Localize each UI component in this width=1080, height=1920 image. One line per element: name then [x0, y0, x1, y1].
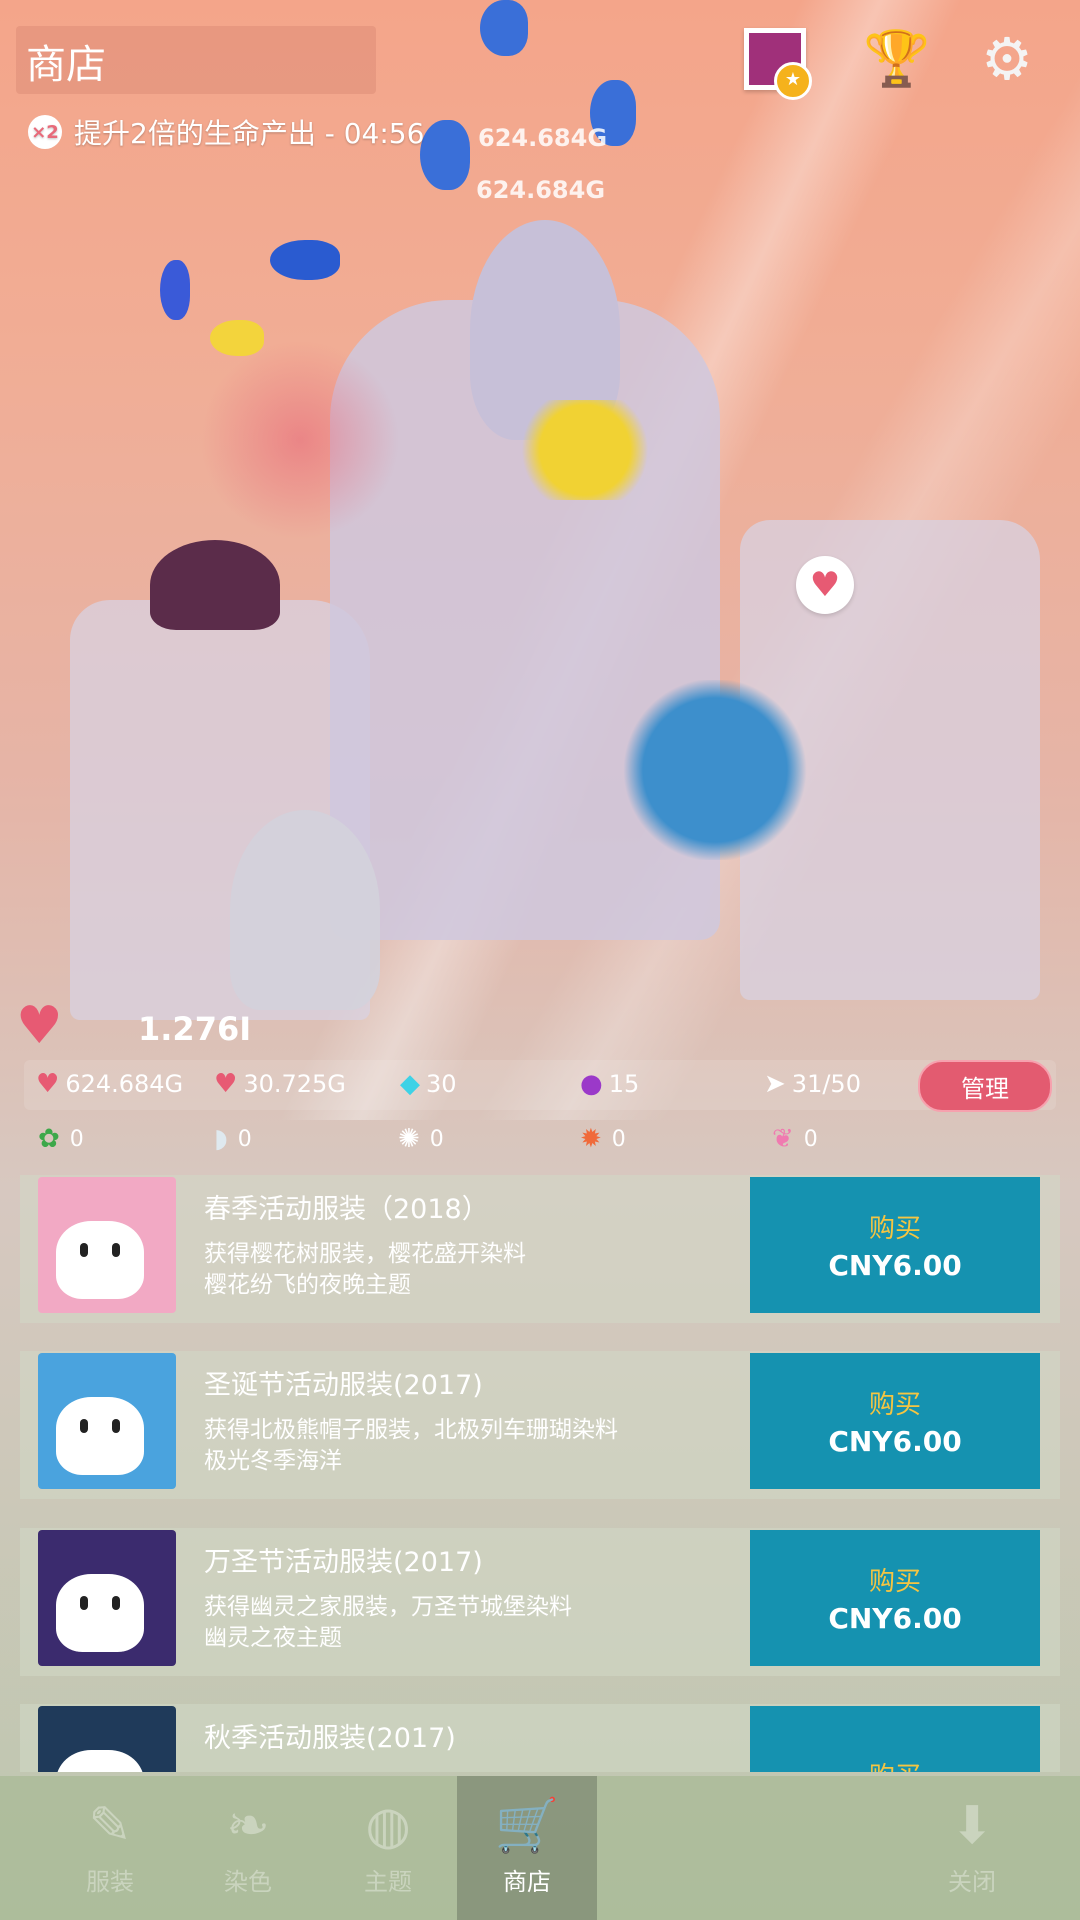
buy-button[interactable]: 购买 — [750, 1706, 1040, 1772]
fish[interactable] — [160, 260, 190, 320]
boost-banner: ×2 提升2倍的生命产出 - 04:56 — [28, 112, 424, 152]
heart-icon: ♥ — [16, 996, 63, 1056]
tab-costume[interactable]: ✎ 服装 — [40, 1776, 180, 1920]
mini-stat: ✺ 0 — [398, 1124, 444, 1154]
diamond-icon: ◆ — [400, 1069, 420, 1099]
item-title: 万圣节活动服装(2017) — [204, 1547, 483, 1578]
mini-stat: ❦ 0 — [772, 1124, 818, 1154]
heart-tap-icon: ♥ — [36, 1069, 60, 1099]
download-arrow-icon: ⬇ — [950, 1795, 994, 1856]
item-thumbnail — [38, 1177, 176, 1313]
fish-count: ➤ 31/50 — [764, 1069, 861, 1099]
fish-icon: ➤ — [764, 1069, 786, 1099]
tab-shop[interactable]: 🛒 商店 — [457, 1776, 597, 1920]
coral-yellow — [510, 400, 660, 500]
mini-stat: ✿ 0 — [38, 1124, 84, 1154]
shell-icon: ◗ — [214, 1124, 228, 1154]
flamingo-icon: ❦ — [772, 1124, 794, 1154]
boost-text: 提升2倍的生命产出 - 04:56 — [74, 117, 425, 150]
theme-icon: ◍ — [365, 1795, 411, 1856]
manage-button[interactable]: 管理 — [918, 1060, 1052, 1112]
coral-blue — [620, 680, 810, 860]
buy-button[interactable]: 购买 CNY6.00 — [750, 1530, 1040, 1666]
total-life-value: 1.276I — [138, 1010, 252, 1048]
page-title: 商店 — [26, 42, 106, 88]
item-description: 获得樱花树服装，樱花盛开染料 樱花纷飞的夜晚主题 — [204, 1241, 526, 1298]
shop-item: 春季活动服装（2018） 获得樱花树服装，樱花盛开染料 樱花纷飞的夜晚主题 购买… — [20, 1175, 1060, 1323]
item-thumbnail — [38, 1706, 176, 1772]
fish[interactable] — [210, 320, 264, 356]
floating-value: 624.684G — [476, 176, 606, 204]
item-title: 秋季活动服装(2017) — [204, 1723, 456, 1754]
item-description: 获得北极熊帽子服装，北极列车珊瑚染料 极光冬季海洋 — [204, 1417, 618, 1474]
urchin-icon: ✺ — [398, 1124, 420, 1154]
item-title: 春季活动服装（2018） — [204, 1194, 489, 1225]
pearl-icon: ● — [580, 1069, 603, 1099]
idle-value: ♥ 30.725G — [214, 1069, 346, 1099]
tab-close[interactable]: ⬇ 关闭 — [902, 1776, 1042, 1920]
medal-icon: ★ — [774, 62, 812, 100]
heart-bubble[interactable]: ♥ — [796, 556, 854, 614]
floating-value: 624.684G — [478, 124, 608, 152]
item-thumbnail — [38, 1530, 176, 1666]
photo-album-button[interactable]: ★ — [742, 26, 812, 100]
fish[interactable] — [270, 240, 340, 280]
aquarium-scene[interactable]: ♥ — [0, 0, 1080, 1120]
tab-theme[interactable]: ◍ 主题 — [318, 1776, 458, 1920]
shop-item: 秋季活动服装(2017) 购买 — [20, 1704, 1060, 1772]
item-description: 获得幽灵之家服装，万圣节城堡染料 幽灵之夜主题 — [204, 1594, 572, 1651]
item-thumbnail — [38, 1353, 176, 1489]
coral-pink — [200, 340, 400, 540]
item-title: 圣诞节活动服装(2017) — [204, 1370, 483, 1401]
creature-image — [56, 1574, 144, 1652]
coral-icon: ❧ — [226, 1795, 270, 1856]
buy-button[interactable]: 购买 CNY6.00 — [750, 1177, 1040, 1313]
heart-clock-icon: ♥ — [214, 1069, 238, 1099]
seaweed-icon: ✿ — [38, 1124, 60, 1154]
life-total: ♥ — [16, 1000, 63, 1052]
heart-boost-icon: ×2 — [28, 115, 62, 149]
gear-icon[interactable]: ⚙ — [974, 25, 1040, 93]
fish[interactable] — [420, 120, 470, 190]
fish[interactable] — [480, 0, 528, 56]
rock-small — [230, 810, 380, 1010]
creature-image — [56, 1397, 144, 1475]
creature-image — [56, 1750, 144, 1772]
shop-item: 圣诞节活动服装(2017) 获得北极熊帽子服装，北极列车珊瑚染料 极光冬季海洋 … — [20, 1351, 1060, 1499]
buy-button[interactable]: 购买 CNY6.00 — [750, 1353, 1040, 1489]
crab-icon: ✹ — [580, 1124, 602, 1154]
costume-icon: ✎ — [88, 1795, 132, 1856]
cart-icon: 🛒 — [494, 1795, 560, 1856]
shop-list[interactable]: 春季活动服装（2018） 获得樱花树服装，樱花盛开染料 樱花纷飞的夜晚主题 购买… — [20, 1175, 1060, 1772]
pearls-count: ● 15 — [580, 1069, 640, 1099]
shop-item: 万圣节活动服装(2017) 获得幽灵之家服装，万圣节城堡染料 幽灵之夜主题 购买… — [20, 1528, 1060, 1676]
gems-count: ◆ 30 — [400, 1069, 457, 1099]
tap-value: ♥ 624.684G — [36, 1069, 184, 1099]
trophy-icon[interactable]: 🏆 — [863, 26, 930, 92]
mini-stat: ◗ 0 — [214, 1124, 252, 1154]
creature-image — [56, 1221, 144, 1299]
clam-shell — [150, 540, 280, 630]
mini-stat: ✹ 0 — [580, 1124, 626, 1154]
tab-dye[interactable]: ❧ 染色 — [178, 1776, 318, 1920]
